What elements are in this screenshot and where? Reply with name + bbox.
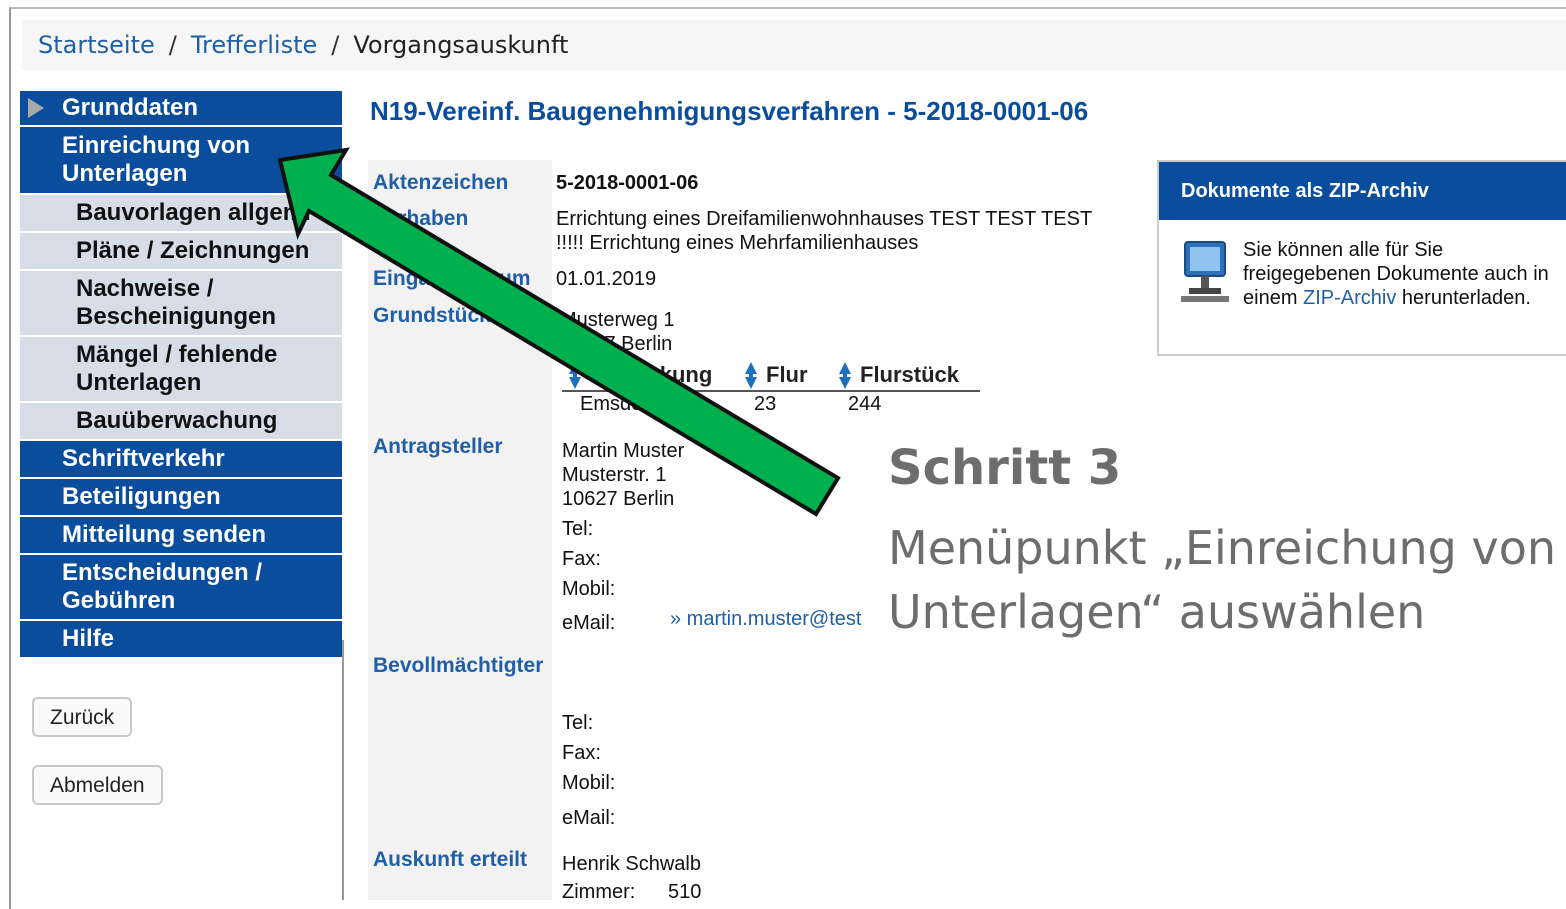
step-heading: Schritt 3: [888, 440, 1122, 496]
step-description-line1: Menüpunkt „Einreichung von: [888, 521, 1557, 575]
green-arrow-icon: [277, 147, 841, 517]
step-description-line2: Unterlagen“ auswählen: [888, 585, 1426, 639]
step-description: Menüpunkt „Einreichung von Unterlagen“ a…: [888, 516, 1566, 644]
